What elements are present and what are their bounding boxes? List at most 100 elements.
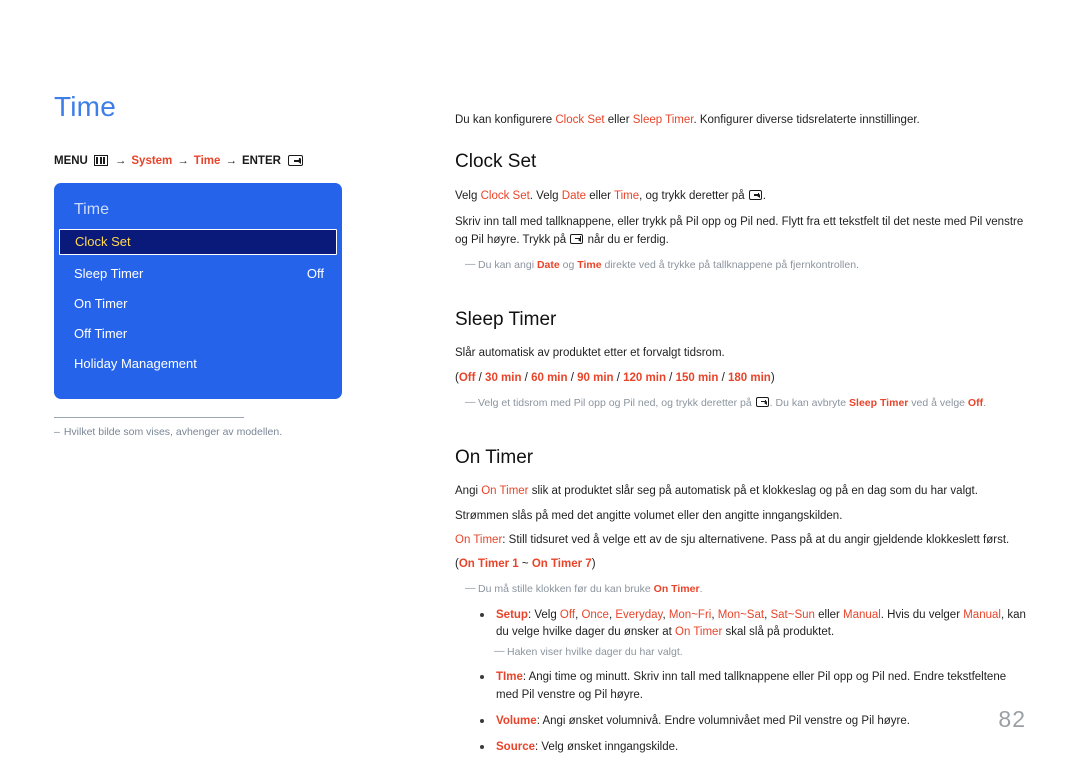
- bullet-label-time: TIme: [496, 671, 523, 684]
- setup-text-3: . Hvis du velger: [880, 609, 964, 622]
- section-heading-on-timer: On Timer: [455, 446, 534, 468]
- bullet-label-volume: Volume: [496, 714, 537, 727]
- intro-term-clock-set: Clock Set: [555, 113, 605, 126]
- osd-row-on-timer[interactable]: On Timer: [54, 289, 342, 318]
- st-note-term-off: Off: [967, 396, 984, 409]
- osd-menu-rows: Clock Set Sleep Timer Off On Timer Off T…: [54, 228, 342, 378]
- breadcrumb-arrow-2: →: [177, 154, 189, 167]
- time-text-1: : Angi time og minutt. Skriv inn tall me…: [496, 671, 1007, 701]
- clock-set-note: — Du kan angi Date og Time direkte ved å …: [465, 258, 1027, 274]
- osd-row-holiday-management[interactable]: Holiday Management: [54, 349, 342, 378]
- volume-text-1: : Angi ønsket volumnivå. Endre volumnivå…: [536, 714, 910, 727]
- bullet-label-setup: Setup: [496, 609, 528, 622]
- osd-row-label: Clock Set: [75, 234, 131, 250]
- ot-p4-text-2: ~: [518, 558, 532, 571]
- opts-sep: /: [475, 371, 486, 384]
- on-timer-paragraph-1: Angi On Timer slik at produktet slår seg…: [455, 483, 1027, 500]
- note-dash: —: [494, 644, 505, 657]
- cs-term-date: Date: [561, 190, 587, 203]
- list-item-volume: Volume: Angi ønsket volumnivå. Endre vol…: [480, 713, 1027, 730]
- section-heading-sleep-timer: Sleep Timer: [455, 308, 557, 330]
- setup-note: — Haken viser hvilke dager du har valgt.: [494, 645, 1027, 661]
- ot-p3-term-on-timer: On Timer: [455, 533, 503, 546]
- breadcrumb-arrow-3: →: [225, 154, 237, 167]
- breadcrumb-menu-label: MENU: [54, 154, 88, 167]
- breadcrumb-arrow-1: →: [114, 154, 127, 167]
- ot-p1-text-2: slik at produktet slår seg på automatisk…: [528, 485, 978, 498]
- sleep-timer-paragraph-1: Slår automatisk av produktet etter et fo…: [455, 347, 725, 360]
- opt-120min: 120 min: [623, 371, 666, 384]
- on-timer-paragraph-4: (On Timer 1 ~ On Timer 7): [455, 556, 1027, 573]
- list-item-time: TIme: Angi time og minutt. Skriv inn tal…: [480, 669, 1027, 704]
- bullet-label-source: Source: [496, 741, 535, 754]
- intro-text-1: Du kan konfigurere: [455, 113, 556, 126]
- right-column: Du kan konfigurere Clock Set eller Sleep…: [455, 100, 1027, 765]
- on-timer-note: — Du må stille klokken før du kan bruke O…: [465, 582, 1027, 598]
- setup-opt-manual-2: Manual: [963, 609, 1001, 622]
- document-page: Time MENU → System → Time → ENTER Time C…: [0, 0, 1080, 763]
- setup-text-1: : Velg: [527, 609, 560, 622]
- st-note-text-1: Velg et tidsrom med Pil opp og Pil ned, …: [478, 396, 755, 409]
- setup-opt-off: Off: [559, 609, 576, 622]
- osd-row-clock-set[interactable]: Clock Set: [59, 228, 337, 255]
- setup-text-5: skal slå på produktet.: [722, 626, 835, 639]
- cs-p2-text-2: når du er ferdig.: [584, 233, 669, 246]
- menu-grid-icon: [93, 155, 108, 167]
- opts-sep: /: [613, 371, 624, 384]
- cs-p1-text-2: . Velg: [529, 190, 562, 203]
- ot-term-on-timer-1: On Timer 1: [458, 558, 519, 571]
- setup-term-on-timer: On Timer: [675, 626, 723, 639]
- opts-sep: /: [665, 371, 676, 384]
- osd-row-label: On Timer: [74, 295, 128, 311]
- footnote-text: Hvilket bilde som vises, avhenger av mod…: [63, 426, 283, 439]
- cs-note-text-2: og: [559, 258, 578, 271]
- cs-note-term-date: Date: [536, 258, 560, 271]
- note-dash: —: [465, 582, 476, 595]
- opt-150min: 150 min: [675, 371, 719, 384]
- cs-p1-text-4: , og trykk deretter på: [639, 190, 748, 203]
- sleep-timer-note: — Velg et tidsrom med Pil opp og Pil ned,…: [465, 396, 1027, 412]
- cs-p1-text-3: eller: [586, 190, 614, 203]
- osd-row-label: Sleep Timer: [74, 265, 144, 281]
- st-note-term-sleep-timer: Sleep Timer: [849, 396, 909, 409]
- footnote-text-row: – Hvilket bilde som vises, avhenger av mo…: [54, 425, 354, 440]
- footnote-dash: –: [54, 426, 60, 439]
- osd-row-off-timer[interactable]: Off Timer: [54, 319, 342, 348]
- left-column: Time MENU → System → Time → ENTER Time C…: [54, 91, 414, 441]
- ot-note-text-1: Du må stille klokken før du kan bruke: [478, 583, 654, 596]
- on-timer-paragraph-2: Strømmen slås på med det angitte volumet…: [455, 509, 843, 522]
- list-item-source: Source: Velg ønsket inngangskilde.: [480, 739, 1027, 756]
- intro-text-3: . Konfigurer diverse tidsrelaterte innst…: [693, 113, 920, 126]
- breadcrumb-item-system: System: [131, 154, 173, 167]
- setup-opt-everyday: Everyday: [615, 609, 663, 622]
- opts-suffix: ): [770, 371, 775, 384]
- left-footnote: – Hvilket bilde som vises, avhenger av mo…: [54, 416, 354, 441]
- section-heading-clock-set: Clock Set: [455, 151, 537, 173]
- sleep-timer-options: (Off / 30 min / 60 min / 90 min / 120 mi…: [455, 370, 1027, 387]
- opt-90min: 90 min: [577, 371, 614, 384]
- cs-term-clock-set: Clock Set: [480, 190, 530, 203]
- opt-60min: 60 min: [531, 371, 568, 384]
- cs-term-time: Time: [613, 190, 640, 203]
- enter-key-icon: [755, 396, 769, 407]
- setup-opt-once: Once: [581, 609, 609, 622]
- osd-row-sleep-timer[interactable]: Sleep Timer Off: [54, 259, 342, 288]
- setup-opt-sat-sun: Sat~Sun: [770, 609, 815, 622]
- st-note-text-4: .: [983, 396, 987, 409]
- osd-row-value: Off: [306, 265, 324, 281]
- opt-30min: 30 min: [485, 371, 522, 384]
- cs-p2-text-1: Skriv inn tall med tallknappene, eller t…: [455, 216, 1024, 246]
- breadcrumb-item-time: Time: [193, 154, 221, 167]
- ot-p1-text-1: Angi: [455, 485, 482, 498]
- setup-text-2: eller: [814, 609, 844, 622]
- cs-note-text-1: Du kan angi: [478, 258, 537, 271]
- ot-term-on-timer-7: On Timer 7: [531, 558, 592, 571]
- opts-sep: /: [567, 371, 578, 384]
- cs-note-text-3: direkte ved å trykke på tallknappene på …: [601, 258, 859, 271]
- note-dash: —: [465, 257, 476, 270]
- on-timer-paragraph-3: On Timer: Still tidsuret ved å velge ett…: [455, 532, 1027, 549]
- opts-sep: /: [521, 371, 532, 384]
- page-number: 82: [998, 706, 1026, 732]
- osd-row-label: Holiday Management: [74, 355, 197, 371]
